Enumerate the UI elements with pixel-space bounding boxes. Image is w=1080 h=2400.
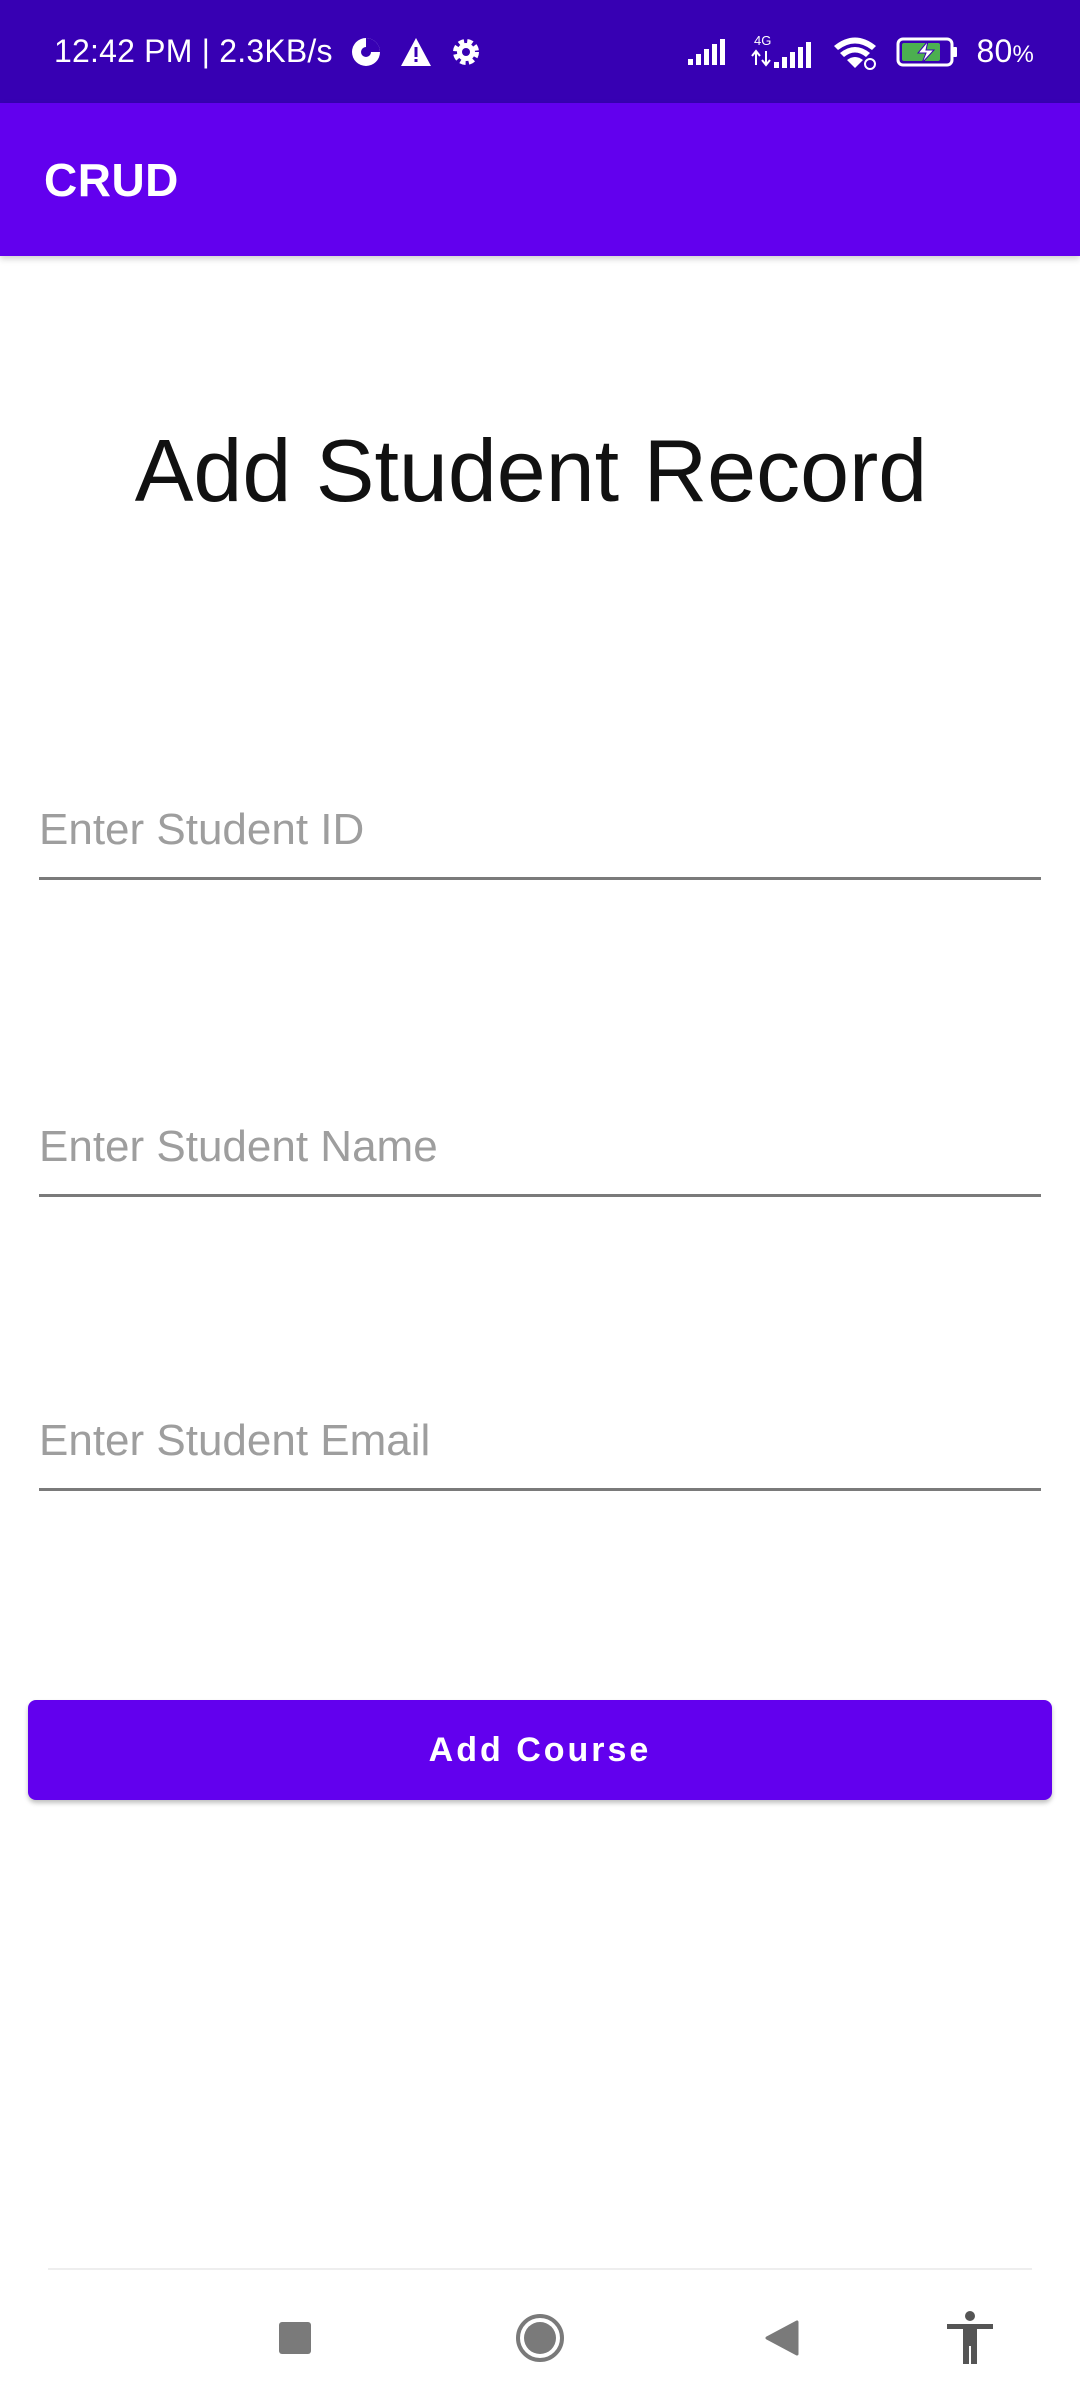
- add-course-button[interactable]: Add Course: [28, 1700, 1052, 1800]
- student-email-field[interactable]: [39, 1401, 1041, 1491]
- status-time-speed: 12:42 PM | 2.3KB/s: [54, 33, 333, 69]
- accessibility-button[interactable]: [935, 2310, 1005, 2370]
- back-button[interactable]: [746, 2310, 816, 2370]
- app-bar: CRUD: [0, 103, 1080, 256]
- back-triangle-icon: [761, 2318, 801, 2363]
- home-button[interactable]: [505, 2310, 575, 2370]
- battery-charging-icon: [896, 36, 960, 68]
- home-circle-icon: [514, 2312, 566, 2369]
- data-saver-icon: [349, 35, 383, 69]
- status-bar: 12:42 PM | 2.3KB/s 4G 80%: [0, 0, 1080, 103]
- accessibility-icon: [944, 2310, 996, 2371]
- battery-level: 80%: [976, 33, 1034, 69]
- network-type-label: 4G: [754, 33, 771, 48]
- warning-icon: [399, 36, 433, 68]
- student-id-field[interactable]: [39, 790, 1041, 880]
- page-title: Add Student Record: [134, 421, 928, 520]
- student-name-field[interactable]: [39, 1107, 1041, 1197]
- recents-button[interactable]: [260, 2310, 330, 2370]
- system-nav-bar: [0, 2270, 1080, 2400]
- signal-4g-icon: 4G: [748, 32, 814, 72]
- recents-square-icon: [277, 2320, 313, 2361]
- status-right: 4G 80%: [686, 32, 1034, 72]
- signal-icon: [686, 37, 732, 67]
- app-title: CRUD: [44, 153, 179, 206]
- status-left: 12:42 PM | 2.3KB/s: [54, 33, 483, 70]
- settings-icon: [449, 35, 483, 69]
- wifi-icon: [830, 33, 880, 71]
